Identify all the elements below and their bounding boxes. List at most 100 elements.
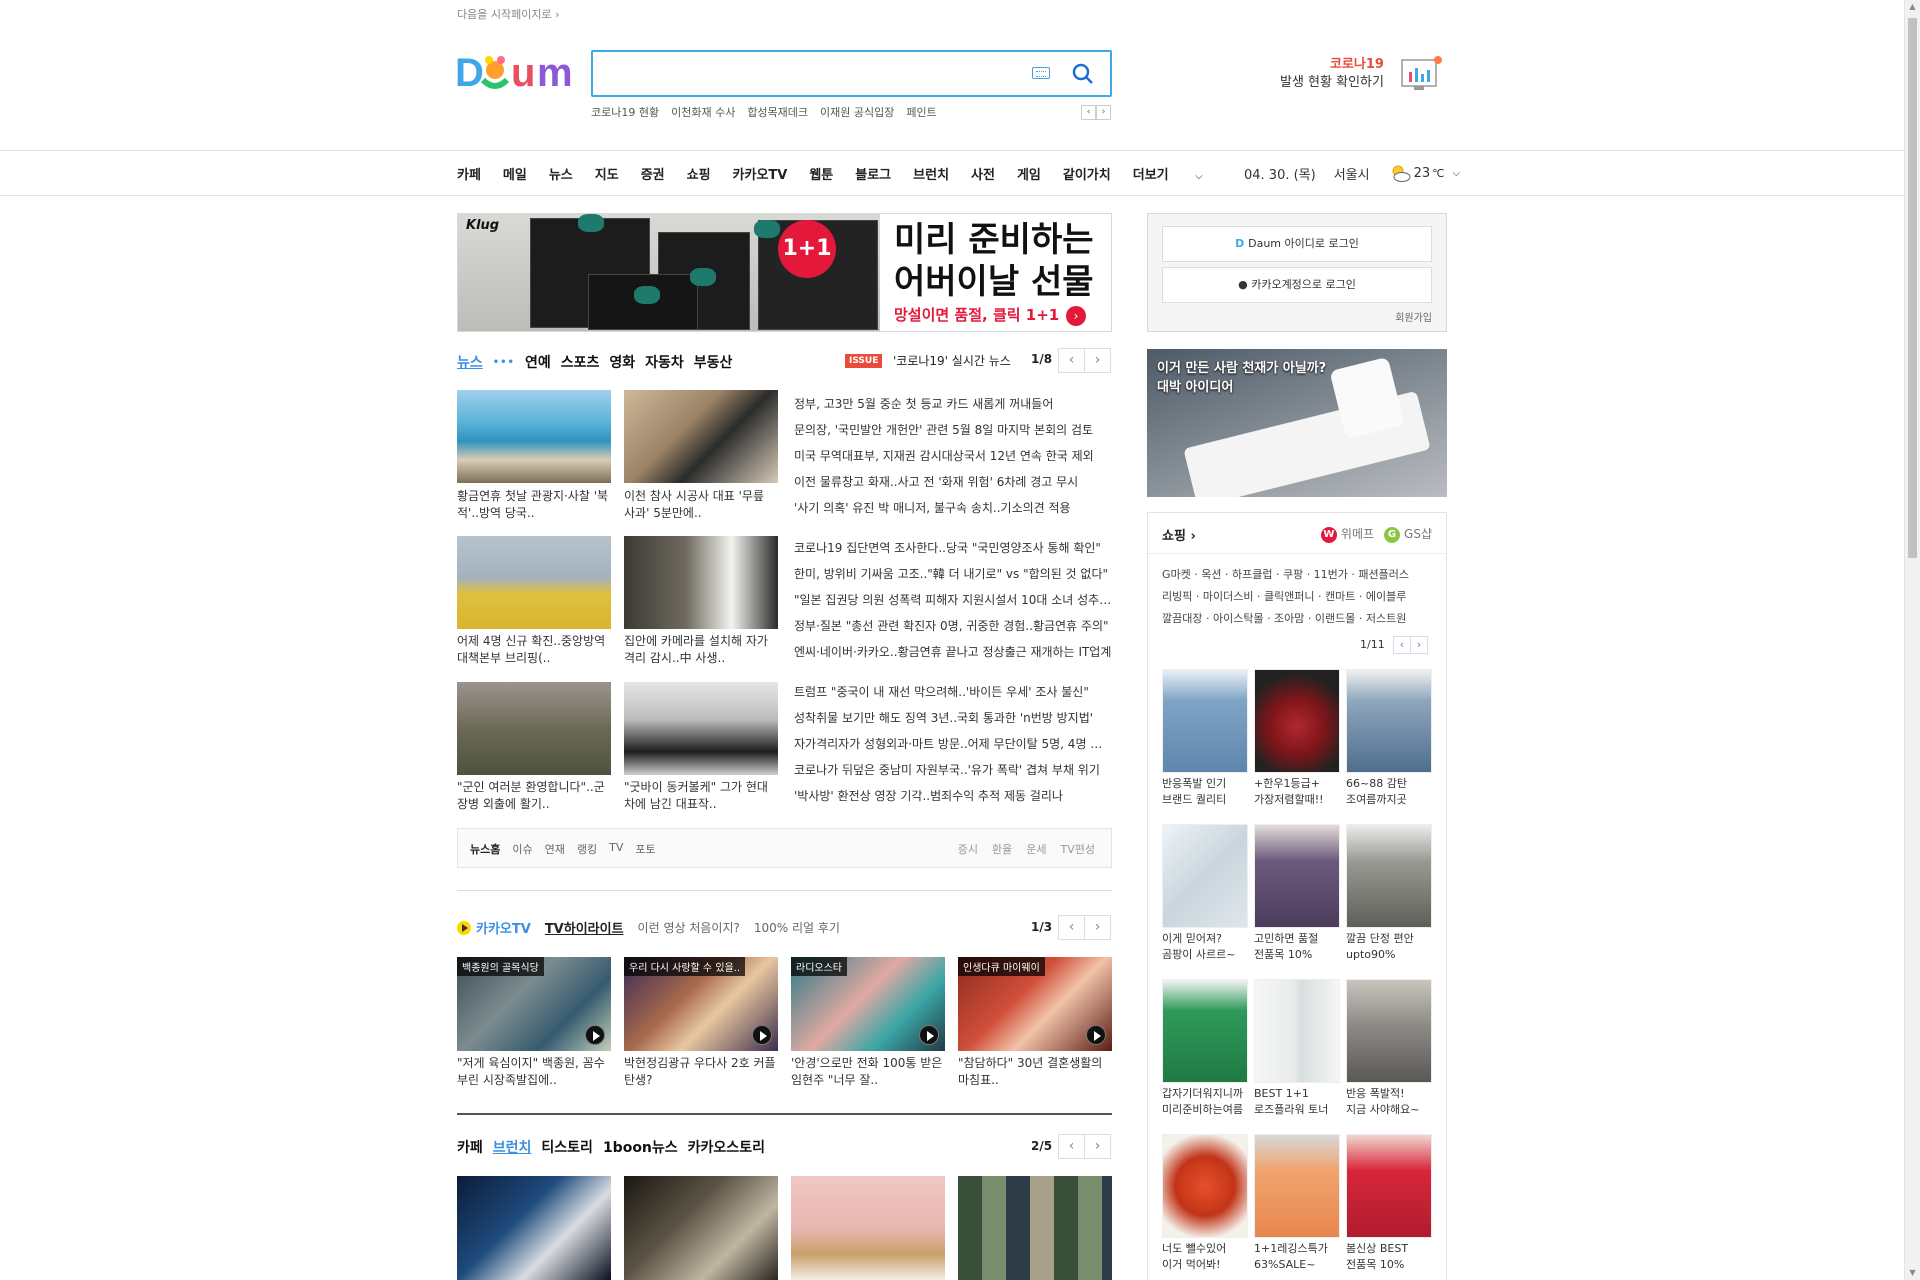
next-button[interactable]: › (1084, 915, 1111, 940)
trend-keyword[interactable]: 이재원 공식입장 (820, 104, 894, 120)
prev-button[interactable]: ‹ (1058, 348, 1085, 373)
news-footer-link[interactable]: TV (609, 841, 623, 857)
mall-links[interactable]: 깔끔대장 · 아이스탁몰 · 조아맘 · 이랜드몰 · 저스트원 (1162, 610, 1406, 626)
headline[interactable]: "일본 집권당 의원 성폭력 피해자 지원시설서 10대 소녀 성추행" (794, 591, 1112, 608)
trend-keyword[interactable]: 이천화재 수사 (671, 104, 735, 120)
headline[interactable]: 자가격리자가 성형외과·마트 방문..어제 무단이탈 5명, 4명 고발 (794, 735, 1112, 752)
tab-1boon[interactable]: 1boon뉴스 (603, 1137, 678, 1157)
set-start-page-link[interactable]: 다음을 시작페이지로 › (457, 6, 559, 22)
scroll-down-icon[interactable]: ▼ (1908, 1268, 1917, 1278)
product-image[interactable] (1254, 669, 1340, 773)
headline[interactable]: 트럼프 "중국이 내 재선 막으려해..'바이든 우세' 조사 불신" (794, 683, 1112, 700)
content-thumbnail[interactable] (958, 1176, 1112, 1280)
product-image[interactable] (1346, 1134, 1432, 1238)
news-photo[interactable] (624, 682, 778, 775)
headline[interactable]: 엔씨·네이버·카카오..황금연휴 끝나고 정상출근 재개하는 IT업계 (794, 643, 1112, 660)
trend-keyword[interactable]: 합성목재데크 (747, 104, 808, 120)
nav-webtoon[interactable]: 웹툰 (809, 164, 833, 183)
content-thumbnail[interactable] (791, 1176, 945, 1280)
product-image[interactable] (1254, 979, 1340, 1083)
tab-brunch[interactable]: 브런치 (493, 1137, 532, 1157)
issue-link[interactable]: '코로나19' 실시간 뉴스 (893, 352, 1011, 369)
kakao-login-button[interactable]: ● 카카오계정으로 로그인 (1162, 267, 1432, 303)
headline[interactable]: 한미, 방위비 기싸움 고조.."韓 더 내기로" vs "합의된 것 없다" (794, 565, 1112, 582)
nav-stock[interactable]: 증권 (641, 164, 665, 183)
news-photo[interactable] (457, 390, 611, 483)
search-icon[interactable] (1070, 61, 1096, 87)
search-input[interactable] (605, 62, 1005, 86)
monitor-chart-icon[interactable] (1400, 54, 1444, 94)
product-image[interactable] (1162, 824, 1248, 928)
next-button[interactable]: › (1084, 348, 1111, 373)
product-caption[interactable]: 깔끔 단정 편안 upto90% (1346, 931, 1434, 963)
weather-widget[interactable]: 04. 30. (목) 서울시 23 ℃ ⌵ (1244, 163, 1460, 183)
tab-sports[interactable]: 스포츠 (561, 352, 600, 372)
nav-shopping[interactable]: 쇼핑 (687, 164, 711, 183)
product-caption[interactable]: 고민하면 품절 전품목 10% (1254, 931, 1342, 963)
product-caption[interactable]: +한우1등급+ 가장저렴할때!! (1254, 776, 1342, 808)
prev-button[interactable]: ‹ (1058, 915, 1085, 940)
tab-cafe[interactable]: 카페 (457, 1137, 483, 1157)
news-home-link[interactable]: 뉴스홈 (470, 841, 500, 857)
daum-login-button[interactable]: D Daum 아이디로 로그인 (1162, 226, 1432, 262)
product-caption[interactable]: BEST 1+1 로즈플라워 토너 (1254, 1086, 1342, 1118)
tab-tv-highlight[interactable]: TV하이라이트 (545, 918, 624, 937)
product-image[interactable] (1346, 824, 1432, 928)
video-thumbnail[interactable]: 라디오스타 (791, 957, 945, 1051)
prev-button[interactable]: ‹ (1058, 1134, 1085, 1159)
product-caption[interactable]: 봄신상 BEST 전품목 10% (1346, 1241, 1434, 1273)
headline[interactable]: 문의장, '국민발안 개헌안' 관련 5월 8일 마지막 본회의 검토 (794, 421, 1112, 438)
tab-auto[interactable]: 자동차 (645, 352, 684, 372)
headline[interactable]: 정부·질본 "총선 관련 확진자 0명, 귀중한 경험..황금연휴 주의" (794, 617, 1112, 634)
ad-banner[interactable]: Klug 1+1 미리 준비하는 어버이날 선물 망설이면 품절, 클릭 1+1… (457, 213, 1112, 332)
nav-dictionary[interactable]: 사전 (971, 164, 995, 183)
headline[interactable]: 코로나가 뒤덮은 중남미 자원부국..'유가 폭락' 겹쳐 부채 위기 (794, 761, 1112, 778)
next-button[interactable]: › (1410, 636, 1428, 654)
kakaotv-logo[interactable]: 카카오TV (457, 918, 531, 937)
nav-map[interactable]: 지도 (595, 164, 619, 183)
content-thumbnail[interactable] (624, 1176, 778, 1280)
service-link[interactable]: TV편성 (1061, 841, 1095, 857)
product-caption[interactable]: 너도 뺄수있어 이거 먹어봐! (1162, 1241, 1250, 1273)
nav-brunch[interactable]: 브런치 (913, 164, 949, 183)
service-link[interactable]: 증시 (958, 841, 978, 857)
video-caption[interactable]: "저게 육심이지" 백종원, 꼼수 부린 시장족발집에.. (457, 1055, 611, 1089)
headline[interactable]: 코로나19 집단면역 조사한다..당국 "국민영양조사 통해 확인" (794, 539, 1112, 556)
news-footer-link[interactable]: 랭킹 (577, 841, 597, 857)
nav-mail[interactable]: 메일 (503, 164, 527, 183)
news-photo-caption[interactable]: 황금연휴 첫날 관광지·사찰 '북적'..방역 당국.. (457, 488, 611, 522)
trend-keyword[interactable]: 페인트 (906, 104, 936, 120)
video-thumbnail[interactable]: 백종원의 골목식당 (457, 957, 611, 1051)
vertical-scrollbar[interactable]: ▲ ▼ (1904, 0, 1920, 1280)
product-image[interactable] (1346, 979, 1432, 1083)
product-image[interactable] (1254, 1134, 1340, 1238)
tab-kakaotv[interactable]: 100% 리얼 후기 (754, 919, 840, 936)
product-caption[interactable]: 66~88 감탄 조여름까지곳 (1346, 776, 1434, 808)
scrollbar-thumb[interactable] (1908, 18, 1917, 558)
keyboard-icon[interactable] (1032, 67, 1050, 79)
trend-next-button[interactable]: › (1096, 105, 1111, 120)
product-image[interactable] (1162, 669, 1248, 773)
headline[interactable]: '사기 의혹' 유진 박 매니저, 불구속 송치..기소의견 적용 (794, 499, 1112, 516)
partner-wemakeprice[interactable]: W 위메프 (1320, 525, 1374, 543)
nav-cafe[interactable]: 카페 (457, 164, 481, 183)
covid-status-link[interactable]: 코로나19 발생 현황 확인하기 (1280, 56, 1384, 92)
tab-kakaostory[interactable]: 카카오스토리 (688, 1137, 765, 1157)
shopping-title[interactable]: 쇼핑 › (1162, 525, 1196, 544)
news-photo-caption[interactable]: 집안에 카메라를 설치해 자가격리 감시..中 사생.. (624, 633, 778, 667)
search-box[interactable] (591, 50, 1112, 97)
tab-entertainment[interactable]: 연예 (525, 352, 551, 372)
tab-news[interactable]: 뉴스 (457, 352, 483, 372)
nav-game[interactable]: 게임 (1017, 164, 1041, 183)
news-footer-link[interactable]: 연재 (545, 841, 565, 857)
mall-links[interactable]: G마켓 · 옥션 · 하프클럽 · 쿠팡 · 11번가 · 패션플러스 (1162, 566, 1409, 582)
daum-logo[interactable]: D u m (455, 46, 575, 96)
news-footer-link[interactable]: 이슈 (512, 841, 532, 857)
video-caption[interactable]: 박현정김광규 우다사 2호 커플 탄생? (624, 1055, 778, 1089)
news-photo[interactable] (457, 682, 611, 775)
headline[interactable]: 정부, 고3만 5월 중순 첫 등교 카드 새롭게 꺼내들어 (794, 395, 1112, 412)
news-photo-caption[interactable]: "굿바이 동커볼케" 그가 현대차에 남긴 대표작.. (624, 779, 778, 813)
signup-link[interactable]: 회원가입 (1395, 309, 1432, 324)
product-image[interactable] (1162, 979, 1248, 1083)
news-photo[interactable] (624, 536, 778, 629)
